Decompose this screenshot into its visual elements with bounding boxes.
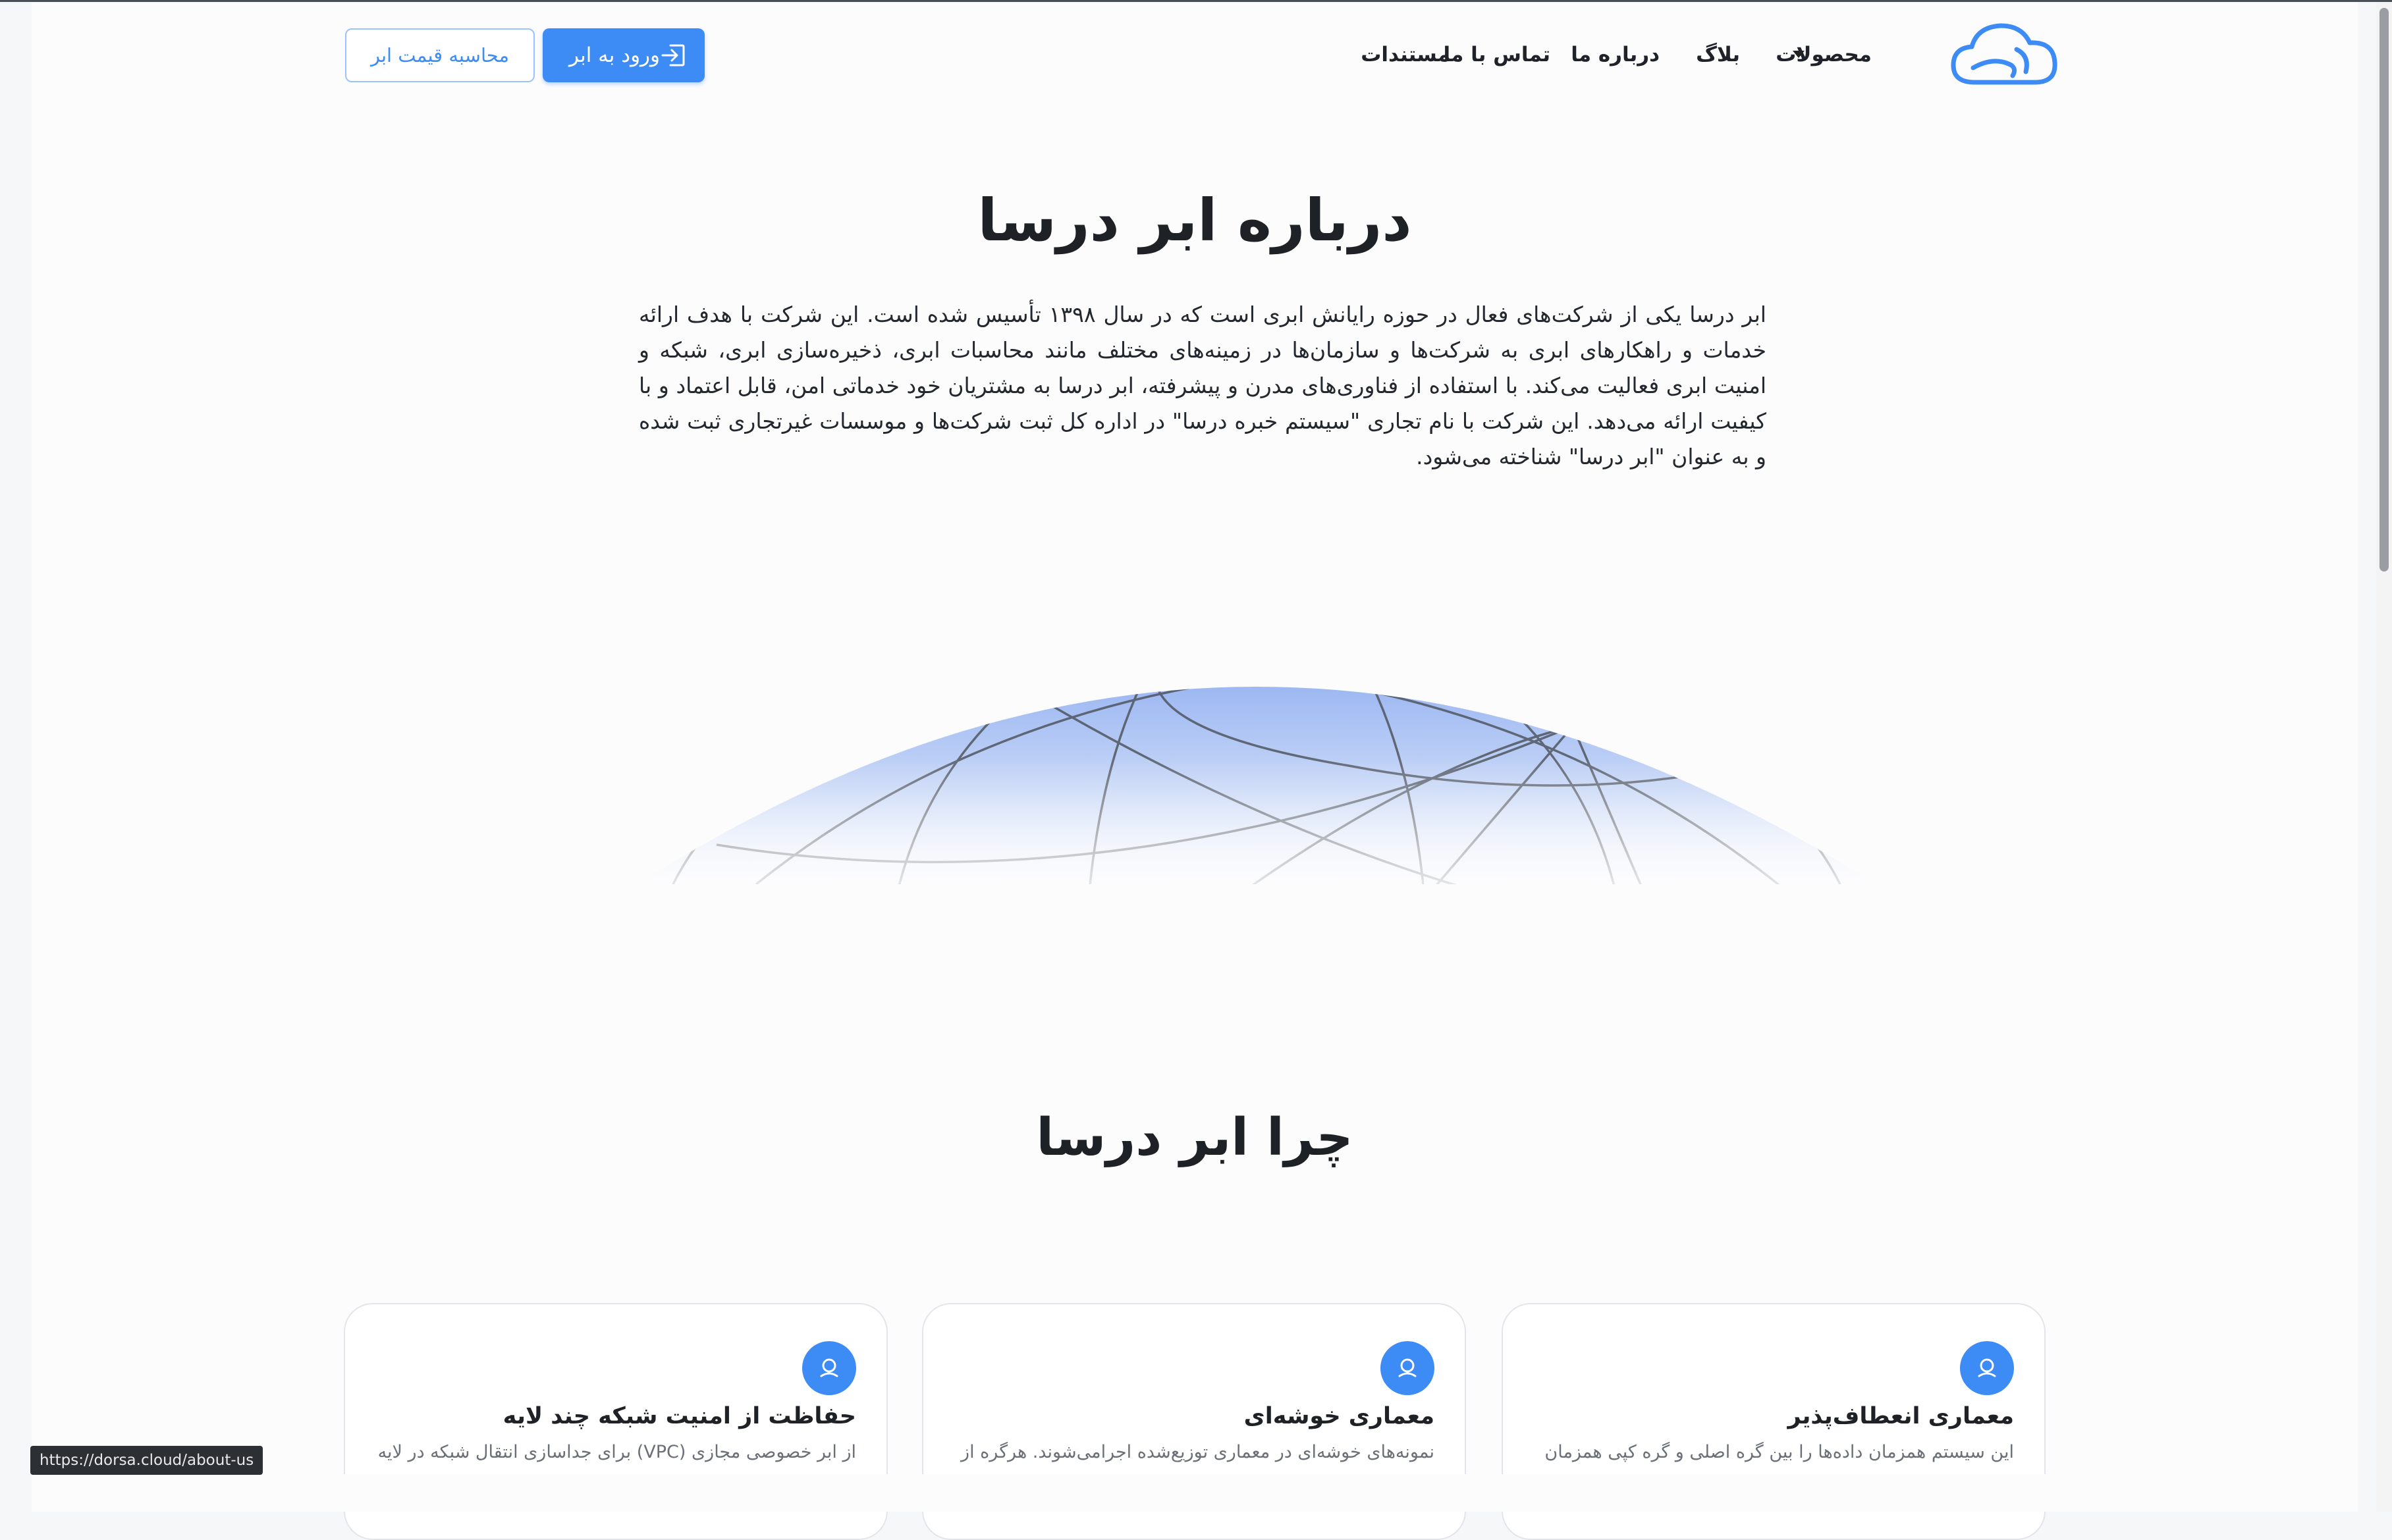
nav-about[interactable]: درباره ما xyxy=(1571,39,1660,70)
status-bar-url: https://dorsa.cloud/about-us xyxy=(30,1446,263,1475)
support-icon xyxy=(1960,1341,2014,1395)
nav-contact[interactable]: تماس با ما xyxy=(1443,39,1550,70)
about-paragraph: ابر درسا یکی از شرکت‌های فعال در حوزه را… xyxy=(639,302,1766,469)
support-icon xyxy=(1380,1341,1434,1395)
chevron-down-icon[interactable] xyxy=(1793,51,1805,58)
nav-docs[interactable]: مستندات xyxy=(1361,39,1450,70)
feature-card-title: معماری خوشه‌ای xyxy=(1243,1403,1434,1429)
feature-card-title: حفاظت از امنیت شبکه چند لایه xyxy=(503,1403,856,1429)
nav-products[interactable]: محصولات xyxy=(1776,39,1872,70)
why-section-title: چرا ابر درسا xyxy=(1036,1108,1353,1167)
login-button[interactable]: ورود به ابر xyxy=(543,28,705,82)
page: محصولات بلاگ درباره ما تماس با ما مستندا… xyxy=(32,2,2358,1540)
login-icon xyxy=(661,44,685,66)
price-calculator-button[interactable]: محاسبه قیمت ابر xyxy=(345,28,535,82)
nav-blog[interactable]: بلاگ xyxy=(1696,39,1740,70)
login-button-label: ورود به ابر xyxy=(568,43,661,67)
feature-card-description: این سیستم همزمان داده‌ها را بین گره اصلی… xyxy=(1544,1442,2014,1462)
support-icon xyxy=(802,1341,856,1395)
cloud-logo-icon[interactable] xyxy=(1948,18,2060,93)
viewport-bottom-edge xyxy=(32,1474,2358,1512)
page-title: درباره ابر درسا xyxy=(977,186,1412,254)
globe-illustration xyxy=(624,568,1889,911)
feature-card-description: از ابر خصوصی مجازی (VPC) برای جداسازی ان… xyxy=(377,1442,856,1462)
scrollbar-thumb[interactable] xyxy=(2379,8,2389,571)
feature-card-title: معماری انعطاف‌پذیر xyxy=(1787,1403,2014,1429)
feature-card-description: نمونه‌های خوشه‌ای در معماری توزیع‌شده اج… xyxy=(961,1442,1434,1462)
site-header: محصولات بلاگ درباره ما تماس با ما مستندا… xyxy=(32,2,2358,107)
